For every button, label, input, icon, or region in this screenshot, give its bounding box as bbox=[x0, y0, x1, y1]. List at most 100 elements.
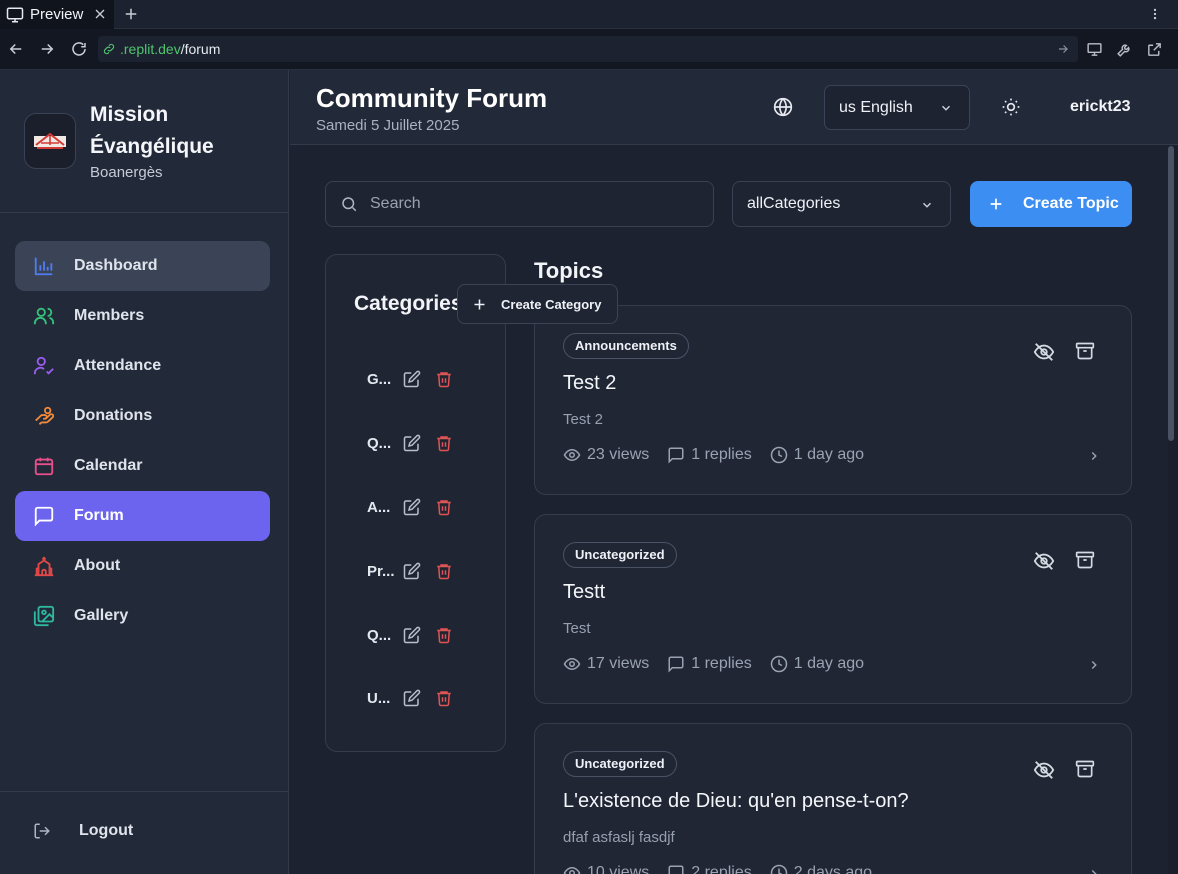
category-filter-value: allCategories bbox=[747, 195, 841, 212]
devices-icon[interactable] bbox=[1086, 41, 1103, 58]
tab-title: Preview bbox=[30, 6, 84, 23]
reload-icon[interactable] bbox=[70, 40, 88, 58]
eye-off-icon[interactable] bbox=[1033, 550, 1055, 572]
more-vertical-icon[interactable] bbox=[1148, 4, 1162, 24]
topic-card[interactable]: Uncategorized L'existence de Dieu: qu'en… bbox=[534, 723, 1132, 874]
edit-icon[interactable] bbox=[403, 370, 421, 388]
close-icon[interactable] bbox=[92, 6, 108, 22]
category-badge: Uncategorized bbox=[563, 751, 677, 777]
plus-icon bbox=[990, 198, 1002, 210]
topic-excerpt: dfaf asfaslj fasdjf bbox=[563, 829, 675, 846]
sidebar-item-gallery[interactable]: Gallery bbox=[15, 591, 270, 641]
trash-icon[interactable] bbox=[435, 562, 453, 580]
go-arrow-icon[interactable] bbox=[1056, 42, 1070, 56]
topic-title[interactable]: L'existence de Dieu: qu'en pense-t-on? bbox=[563, 790, 909, 813]
search-input[interactable] bbox=[370, 195, 690, 213]
trash-icon[interactable] bbox=[435, 370, 453, 388]
category-badge: Announcements bbox=[563, 333, 689, 359]
archive-icon[interactable] bbox=[1075, 550, 1095, 570]
address-bar: .replit.dev/forum bbox=[0, 29, 1178, 70]
language-value: us English bbox=[839, 98, 913, 116]
category-filter-select[interactable]: allCategories bbox=[732, 181, 951, 227]
chevron-right-icon[interactable] bbox=[1087, 867, 1101, 874]
sun-icon[interactable] bbox=[1001, 97, 1021, 117]
browser-tab-bar: Preview bbox=[0, 0, 1178, 29]
category-row[interactable]: Q... bbox=[367, 623, 487, 647]
sidebar-item-members[interactable]: Members bbox=[15, 291, 270, 341]
eye-off-icon[interactable] bbox=[1033, 341, 1055, 363]
edit-icon[interactable] bbox=[403, 562, 421, 580]
language-select[interactable]: us English bbox=[824, 85, 970, 130]
replies-count: 1 replies bbox=[691, 446, 752, 463]
replies-count: 2 replies bbox=[691, 864, 752, 874]
sidebar-item-attendance[interactable]: Attendance bbox=[15, 341, 270, 391]
create-category-button[interactable]: Create Category bbox=[457, 284, 618, 324]
edit-icon[interactable] bbox=[403, 498, 421, 516]
search-box[interactable] bbox=[325, 181, 714, 227]
category-row[interactable]: G... bbox=[367, 367, 487, 391]
username[interactable]: erickt23 bbox=[1070, 98, 1131, 116]
topic-time: 1 day ago bbox=[793, 446, 865, 463]
sidebar-item-calendar[interactable]: Calendar bbox=[15, 441, 270, 491]
topic-time: 2 days ago bbox=[793, 864, 873, 874]
topics-title: Topics bbox=[534, 258, 604, 283]
trash-icon[interactable] bbox=[435, 434, 453, 452]
back-icon[interactable] bbox=[7, 40, 25, 58]
topic-card[interactable]: Uncategorized Testt Test 17 views 1 repl… bbox=[534, 514, 1132, 704]
sidebar-item-label: Donations bbox=[74, 407, 153, 424]
category-name: U... bbox=[367, 689, 391, 707]
forward-icon[interactable] bbox=[38, 40, 56, 58]
logout-button[interactable]: Logout bbox=[33, 822, 133, 840]
topic-meta: 17 views 1 replies 1 day ago bbox=[563, 655, 882, 673]
url-field[interactable]: .replit.dev/forum bbox=[98, 36, 1078, 62]
search-icon bbox=[342, 197, 357, 212]
trash-icon[interactable] bbox=[435, 689, 453, 707]
sidebar-item-dashboard[interactable]: Dashboard bbox=[15, 241, 270, 291]
category-row[interactable]: Pr... bbox=[367, 559, 487, 583]
hand-coins-icon bbox=[35, 406, 55, 425]
edit-icon[interactable] bbox=[403, 434, 421, 452]
category-row[interactable]: Q... bbox=[367, 431, 487, 455]
topic-card[interactable]: Announcements Test 2 Test 2 23 views 1 r… bbox=[534, 305, 1132, 495]
chevron-right-icon[interactable] bbox=[1087, 449, 1101, 463]
scrollbar-thumb[interactable] bbox=[1168, 146, 1174, 441]
message-square-icon bbox=[668, 865, 684, 874]
category-row[interactable]: U... bbox=[367, 686, 487, 710]
sidebar: Mission Évangélique Boanergès Dashboard … bbox=[0, 70, 289, 874]
create-category-label: Create Category bbox=[501, 296, 602, 312]
sidebar-item-forum[interactable]: Forum bbox=[15, 491, 270, 541]
archive-icon[interactable] bbox=[1075, 759, 1095, 779]
topic-meta: 23 views 1 replies 1 day ago bbox=[563, 446, 882, 464]
sidebar-item-about[interactable]: About bbox=[15, 541, 270, 591]
category-name: Pr... bbox=[367, 562, 395, 580]
category-name: Q... bbox=[367, 434, 392, 452]
new-tab-icon[interactable] bbox=[122, 5, 140, 23]
views-count: 17 views bbox=[587, 655, 650, 672]
content-scrollbar[interactable] bbox=[1168, 146, 1178, 874]
globe-icon[interactable] bbox=[773, 97, 793, 117]
categories-panel: Categories G... Q... A... Pr... Q... U..… bbox=[325, 254, 506, 752]
eye-off-icon[interactable] bbox=[1033, 759, 1055, 781]
monitor-icon bbox=[6, 7, 24, 22]
sidebar-item-donations[interactable]: Donations bbox=[15, 391, 270, 441]
trash-icon[interactable] bbox=[435, 498, 453, 516]
wrench-icon[interactable] bbox=[1116, 41, 1133, 58]
external-link-icon[interactable] bbox=[1146, 41, 1163, 58]
category-row[interactable]: A... bbox=[367, 495, 487, 519]
browser-tab[interactable]: Preview bbox=[0, 0, 114, 29]
archive-icon[interactable] bbox=[1075, 341, 1095, 361]
sidebar-item-label: Gallery bbox=[74, 607, 129, 624]
topic-title[interactable]: Testt bbox=[563, 581, 605, 604]
logout-label: Logout bbox=[79, 822, 134, 839]
url-host: .replit.dev bbox=[120, 41, 181, 57]
edit-icon[interactable] bbox=[403, 626, 421, 644]
chevron-right-icon[interactable] bbox=[1087, 658, 1101, 672]
trash-icon[interactable] bbox=[435, 626, 453, 644]
church-icon bbox=[34, 556, 54, 577]
edit-icon[interactable] bbox=[403, 689, 421, 707]
top-header: Community Forum Samedi 5 Juillet 2025 us… bbox=[290, 70, 1178, 145]
topic-title[interactable]: Test 2 bbox=[563, 372, 616, 395]
eye-icon bbox=[563, 866, 581, 874]
sidebar-item-label: Attendance bbox=[74, 357, 162, 374]
create-topic-button[interactable]: Create Topic bbox=[970, 181, 1132, 227]
